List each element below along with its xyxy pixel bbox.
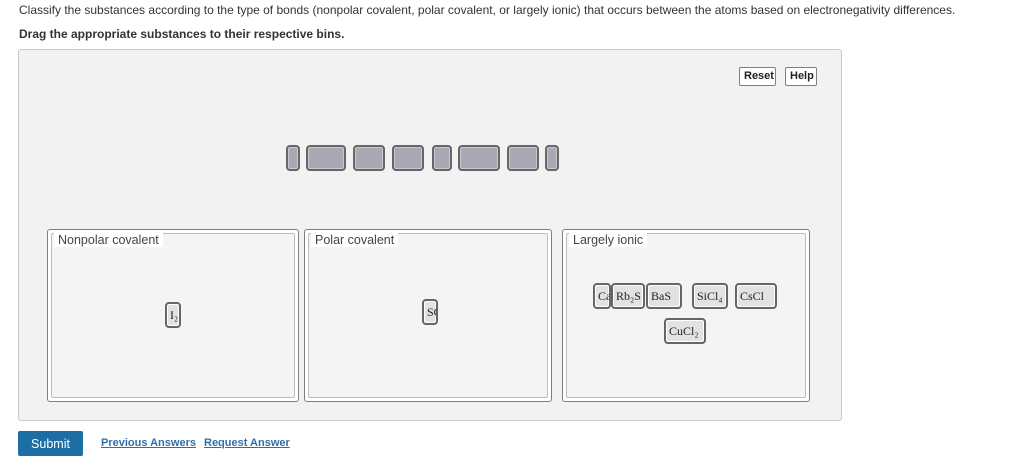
substance-chip[interactable]: SiCl₄ (692, 283, 728, 309)
submit-button[interactable]: Submit (18, 431, 83, 456)
empty-slot (306, 145, 346, 171)
substance-chip[interactable]: CsCl (735, 283, 777, 309)
substance-chip[interactable]: SOCl₂ (422, 299, 438, 325)
empty-slot (545, 145, 559, 171)
bin-label: Nonpolar covalent (54, 233, 163, 247)
drag-drop-panel: Reset Help Nonpolar covalent I₂ Polar co… (18, 49, 842, 421)
bin-label: Polar covalent (311, 233, 399, 247)
reset-button[interactable]: Reset (739, 67, 776, 86)
source-tray (286, 145, 576, 171)
previous-answers-link[interactable]: Previous Answers (101, 437, 196, 449)
empty-slot (392, 145, 424, 171)
empty-slot (353, 145, 385, 171)
request-answer-link[interactable]: Request Answer (204, 437, 290, 449)
help-button[interactable]: Help (785, 67, 817, 86)
substance-chip[interactable]: BaS (646, 283, 682, 309)
bin-largely-ionic[interactable]: Largely ionic CaO Rb₂S BaS SiCl₄ CsCl Cu… (562, 229, 810, 402)
task-text: Drag the appropriate substances to their… (19, 27, 345, 41)
bin-nonpolar-covalent[interactable]: Nonpolar covalent I₂ (47, 229, 299, 402)
instructions-text: Classify the substances according to the… (19, 3, 956, 17)
substance-chip[interactable]: CuCl₂ (664, 318, 706, 344)
empty-slot (432, 145, 452, 171)
empty-slot (458, 145, 500, 171)
empty-slot (286, 145, 300, 171)
empty-slot (507, 145, 539, 171)
substance-chip[interactable]: I₂ (165, 302, 181, 328)
bin-label: Largely ionic (569, 233, 648, 247)
bin-polar-covalent[interactable]: Polar covalent SOCl₂ (304, 229, 552, 402)
substance-chip[interactable]: Rb₂S (611, 283, 645, 309)
substance-chip[interactable]: CaO (593, 283, 611, 309)
